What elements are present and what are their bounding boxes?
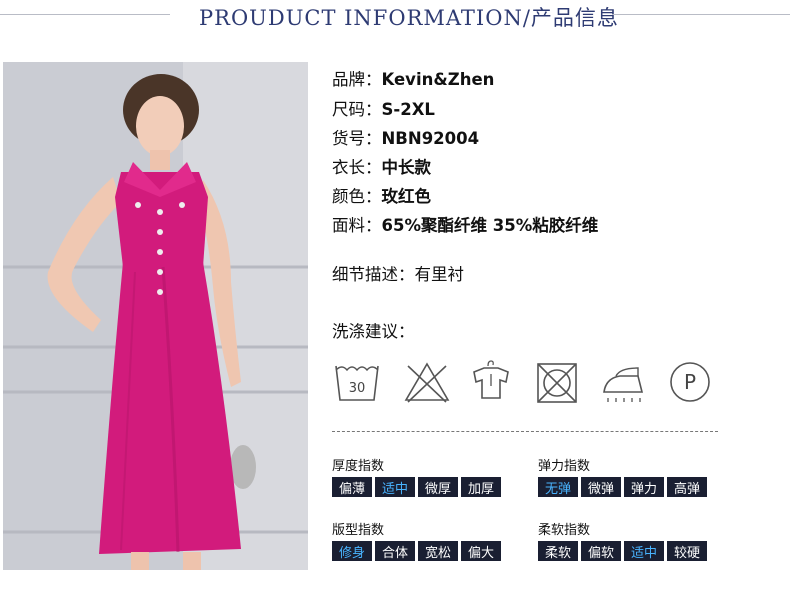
- iron-icon: [598, 356, 648, 408]
- info-key: 货号：: [332, 129, 382, 148]
- info-row-item-number: 货号：NBN92004: [332, 125, 479, 149]
- index-option: 微弹: [581, 477, 621, 497]
- index-option: 微厚: [418, 477, 458, 497]
- index-option: 柔软: [538, 541, 578, 561]
- index-option: 偏软: [581, 541, 621, 561]
- index-option: 高弹: [667, 477, 707, 497]
- index-label: 厚度指数: [332, 459, 385, 474]
- index-option-selected: 适中: [375, 477, 415, 497]
- detail-row: 细节描述：有里衬: [332, 261, 464, 285]
- info-value: 玫红色: [381, 187, 432, 206]
- svg-text:P: P: [684, 370, 696, 394]
- no-bleach-icon: [402, 356, 452, 408]
- info-key: 衣长：: [332, 158, 382, 177]
- header-divider-right: [612, 14, 790, 15]
- section-title: PROUDUCT INFORMATION/产品信息: [199, 6, 619, 30]
- product-photo: [3, 62, 308, 570]
- info-row-color: 颜色：玫红色: [332, 183, 431, 207]
- index-label: 版型指数: [332, 523, 385, 538]
- care-icons: 30 P: [332, 356, 722, 412]
- index-option-selected: 无弹: [538, 477, 578, 497]
- care-title: 洗涤建议：: [332, 322, 415, 341]
- info-row-size: 尺码：S-2XL: [332, 96, 435, 120]
- info-value: Kevin&Zhen: [381, 70, 495, 89]
- info-key: 颜色：: [332, 187, 382, 206]
- index-option-selected: 适中: [624, 541, 664, 561]
- dry-clean-p-icon: P: [665, 356, 715, 408]
- header-divider-left: [0, 14, 170, 15]
- index-option: 弹力: [624, 477, 664, 497]
- info-row-brand: 品牌：Kevin&Zhen: [332, 66, 494, 90]
- info-key: 面料：: [332, 216, 382, 235]
- info-key: 尺码：: [332, 100, 382, 119]
- index-option: 加厚: [461, 477, 501, 497]
- section-header: PROUDUCT INFORMATION/产品信息: [0, 0, 790, 32]
- index-option: 合体: [375, 541, 415, 561]
- index-option: 偏薄: [332, 477, 372, 497]
- hang-dry-icon: [466, 356, 516, 408]
- info-row-fabric: 面料：65%聚酯纤维 35%粘胶纤维: [332, 212, 598, 236]
- info-key: 品牌：: [332, 70, 382, 89]
- dashed-divider: [332, 431, 718, 432]
- info-value: NBN92004: [381, 129, 480, 148]
- index-option: 宽松: [418, 541, 458, 561]
- no-tumble-dry-icon: [532, 356, 582, 408]
- detail-value: 有里衬: [414, 265, 465, 284]
- index-label: 弹力指数: [538, 459, 591, 474]
- info-value: 65%聚酯纤维 35%粘胶纤维: [381, 216, 599, 235]
- index-label: 柔软指数: [538, 523, 591, 538]
- info-value: S-2XL: [381, 100, 435, 119]
- wash-30-icon: 30: [332, 356, 382, 408]
- index-option-selected: 修身: [332, 541, 372, 561]
- info-value: 中长款: [381, 158, 432, 177]
- svg-text:30: 30: [349, 381, 366, 396]
- detail-key: 细节描述：: [332, 265, 415, 284]
- index-option: 较硬: [667, 541, 707, 561]
- index-option: 偏大: [461, 541, 501, 561]
- info-row-length: 衣长：中长款: [332, 154, 431, 178]
